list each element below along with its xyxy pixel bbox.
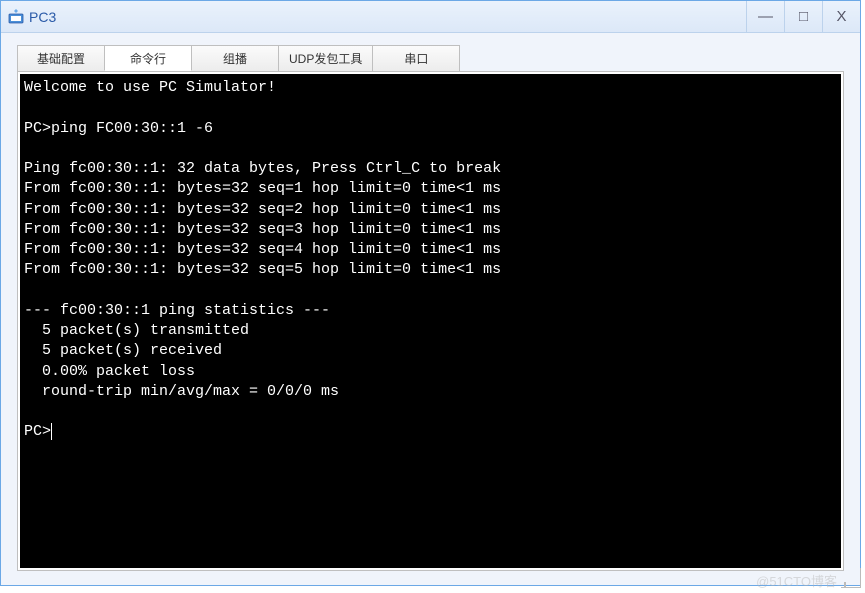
tabbar: 基础配置 命令行 组播 UDP发包工具 串口	[17, 45, 860, 71]
terminal[interactable]: Welcome to use PC Simulator! PC>ping FC0…	[20, 74, 841, 568]
cursor-icon	[51, 423, 52, 440]
maximize-button[interactable]: □	[784, 1, 822, 32]
app-window: PC3 — □ X 基础配置 命令行 组播 UDP发包工具 串口 Welcome…	[0, 0, 861, 586]
terminal-line: From fc00:30::1: bytes=32 seq=1 hop limi…	[24, 180, 501, 197]
window-title: PC3	[29, 9, 746, 25]
tab-command-line[interactable]: 命令行	[104, 45, 192, 71]
terminal-line: PC>	[24, 423, 51, 440]
terminal-line: round-trip min/avg/max = 0/0/0 ms	[24, 383, 339, 400]
close-button[interactable]: X	[822, 1, 860, 32]
app-icon	[7, 8, 25, 26]
terminal-line: 5 packet(s) received	[24, 342, 222, 359]
terminal-line: PC>ping FC00:30::1 -6	[24, 120, 213, 137]
titlebar: PC3 — □ X	[1, 1, 860, 33]
terminal-line: From fc00:30::1: bytes=32 seq=2 hop limi…	[24, 201, 501, 218]
terminal-line: --- fc00:30::1 ping statistics ---	[24, 302, 330, 319]
terminal-line: 0.00% packet loss	[24, 363, 195, 380]
tab-serial[interactable]: 串口	[372, 45, 460, 71]
minimize-button[interactable]: —	[746, 1, 784, 32]
window-controls: — □ X	[746, 1, 860, 32]
tab-multicast[interactable]: 组播	[191, 45, 279, 71]
terminal-line: From fc00:30::1: bytes=32 seq=3 hop limi…	[24, 221, 501, 238]
terminal-line: From fc00:30::1: bytes=32 seq=5 hop limi…	[24, 261, 501, 278]
tab-basic-config[interactable]: 基础配置	[17, 45, 105, 71]
terminal-line: Welcome to use PC Simulator!	[24, 79, 276, 96]
terminal-line: 5 packet(s) transmitted	[24, 322, 249, 339]
terminal-line: Ping fc00:30::1: 32 data bytes, Press Ct…	[24, 160, 501, 177]
terminal-container: Welcome to use PC Simulator! PC>ping FC0…	[17, 71, 844, 571]
terminal-line: From fc00:30::1: bytes=32 seq=4 hop limi…	[24, 241, 501, 258]
tab-udp-tool[interactable]: UDP发包工具	[278, 45, 373, 71]
